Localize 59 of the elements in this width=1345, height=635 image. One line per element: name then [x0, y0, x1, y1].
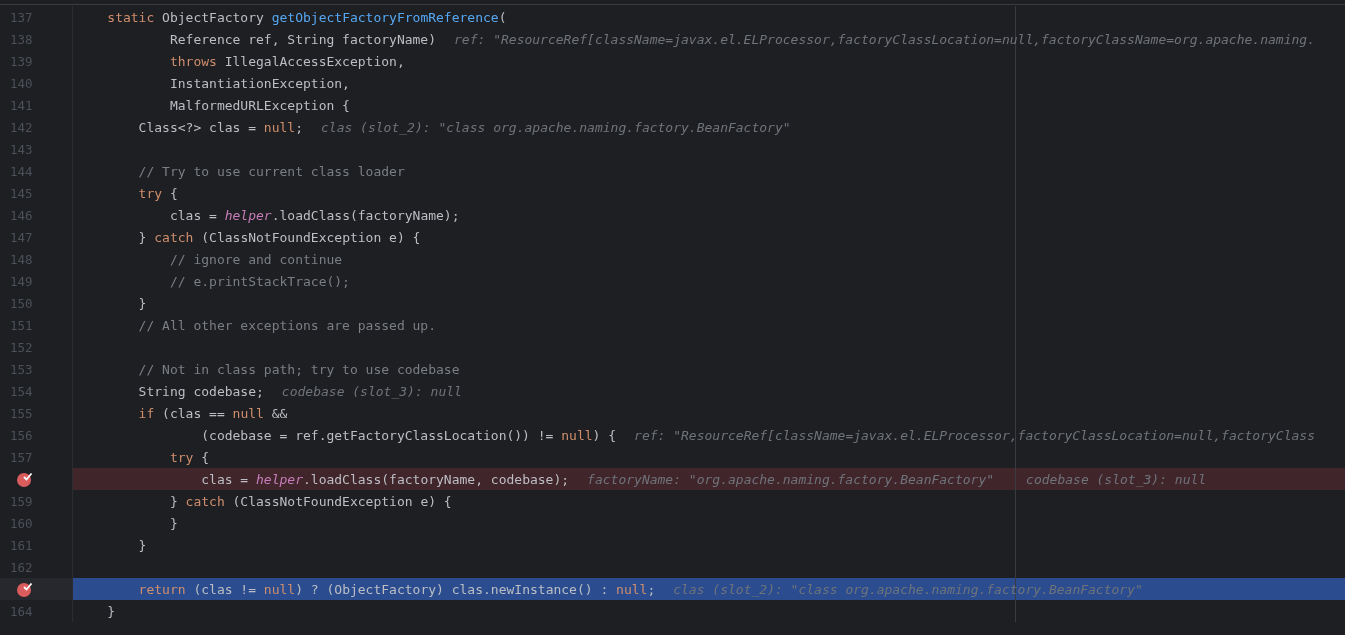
code-text: return — [137, 581, 186, 597]
inline-value-hint: factoryName: "org.apache.naming.factory.BeanFactory" — [587, 471, 995, 487]
code-text: (codebase = ref.getFactoryClassLocation()) != — [200, 427, 555, 443]
code-text: IllegalAccessException, — [223, 53, 405, 69]
code-text: ; — [647, 581, 656, 597]
code-text: null — [232, 405, 264, 421]
code-text: } — [137, 295, 147, 311]
inline-value-hint: ref: "ResourceRef[className=javax.el.ELProcessor,factoryClassLocation=null,factoryClassName=org.apache.naming. — [454, 31, 1315, 47]
code-text: null — [263, 119, 296, 135]
breakpoint-check-icon[interactable] — [16, 580, 33, 598]
code-text: clas = — [168, 207, 218, 223]
code-comment: // ignore and continue — [168, 251, 343, 267]
breakpoint-check-icon[interactable] — [16, 470, 33, 488]
code-text: (clas != — [192, 581, 258, 597]
code-text: MalformedURLException { — [168, 97, 350, 113]
code-text: catch — [185, 493, 225, 509]
code-text: ) ? (ObjectFactory) clas.newInstance() : — [295, 581, 610, 597]
code-text: (ClassNotFoundException e) { — [200, 229, 421, 245]
code-text: getObjectFactoryFromReference — [271, 9, 499, 25]
code-text: { — [200, 449, 210, 465]
code-text: catch — [154, 229, 194, 245]
code-text: } — [168, 515, 178, 531]
code-text: } — [168, 493, 179, 509]
inline-value-hint: codebase (slot_3): null — [281, 383, 462, 399]
code-text: .loadClass(factoryName, codebase); — [303, 471, 570, 487]
code-text: } — [137, 229, 148, 245]
code-text: } — [137, 537, 147, 553]
code-comment: // Not in class path; try to use codebase — [137, 361, 460, 377]
code-text: Class<?> clas = — [137, 119, 257, 135]
code-text: ) { — [592, 427, 617, 443]
inline-value-hint: ref: "ResourceRef[className=javax.el.ELProcessor,factoryClassLocation=null,factoryClass — [634, 427, 1315, 443]
code-text: clas = — [200, 471, 250, 487]
code-text: (clas == — [161, 405, 226, 421]
code-text: ( — [498, 9, 507, 25]
code-text: ObjectFactory — [161, 9, 265, 25]
code-comment: // e.printStackTrace(); — [168, 273, 350, 289]
code-text: helper — [224, 207, 272, 223]
code-text: && — [270, 405, 288, 421]
code-text: null — [616, 581, 648, 597]
code-text: { — [168, 185, 178, 201]
code-text: } — [106, 603, 116, 619]
code-text: try — [137, 185, 163, 201]
code-text: throws — [168, 53, 217, 69]
code-text: InstantiationException, — [168, 75, 350, 91]
inline-value-hint: codebase (slot_3): null — [1026, 471, 1207, 487]
code-comment: // All other exceptions are passed up. — [137, 317, 437, 333]
code-text: .loadClass(factoryName); — [271, 207, 460, 223]
code-text: null — [263, 581, 296, 597]
code-text: null — [561, 427, 593, 443]
code-comment: // Try to use current class loader — [137, 163, 405, 179]
code-text: static — [106, 9, 155, 25]
code-text: (ClassNotFoundException e) { — [231, 493, 452, 509]
code-text: if — [137, 405, 155, 421]
code-text: Reference ref, String factoryName) — [168, 31, 437, 47]
code-text: String codebase; — [137, 383, 264, 399]
code-text: try — [168, 449, 194, 465]
inline-value-hint: clas (slot_2): "class org.apache.naming.factory.BeanFactory" — [321, 119, 791, 135]
code-text: helper — [256, 471, 303, 487]
code-text: ; — [295, 119, 303, 135]
